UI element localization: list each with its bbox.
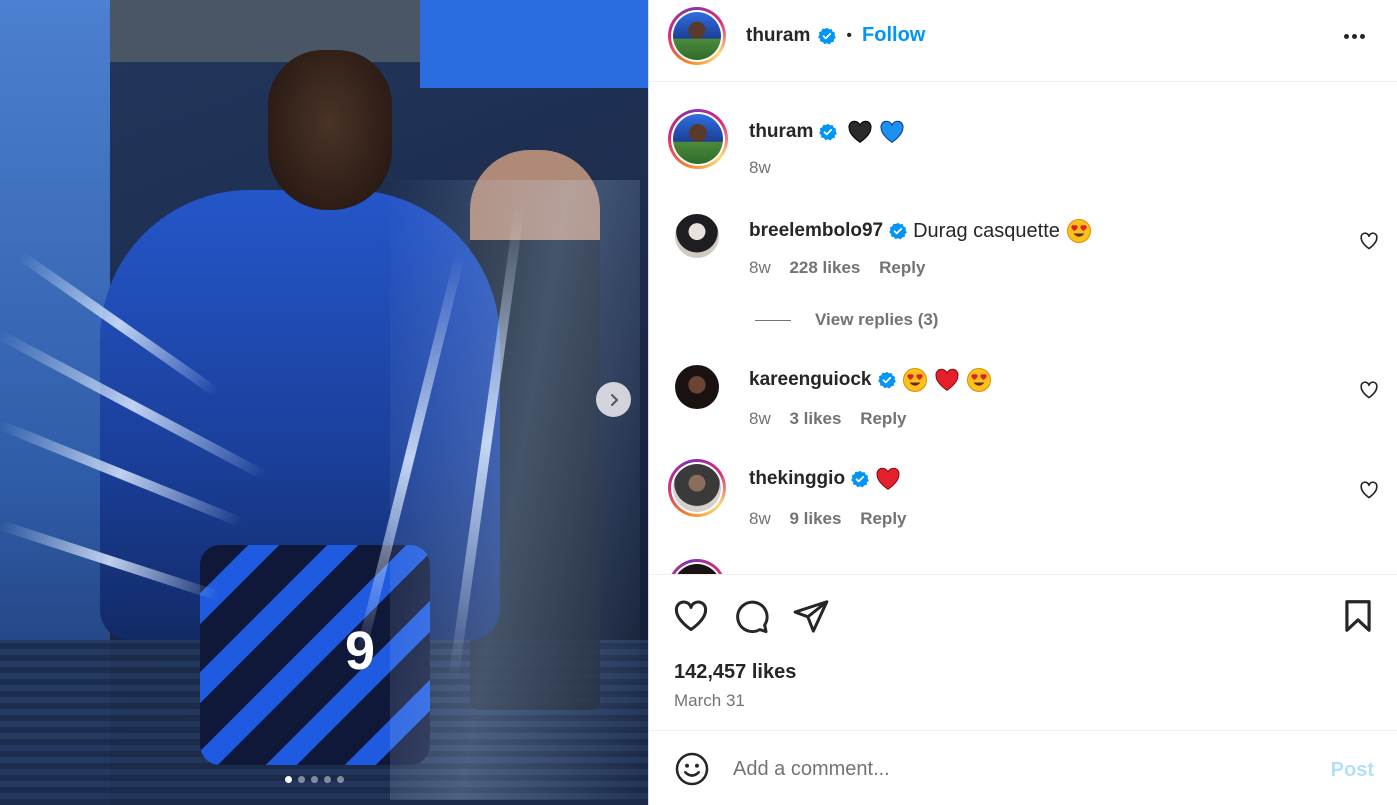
comment-input[interactable] bbox=[733, 753, 1293, 785]
verified-badge-icon bbox=[877, 371, 896, 389]
carousel-dot bbox=[337, 776, 344, 783]
verified-badge-icon bbox=[851, 470, 869, 488]
red-heart-icon bbox=[876, 467, 900, 490]
black-heart-icon bbox=[848, 120, 872, 143]
post-side-panel: thuram • Follow thuram 8w breelembolo97 … bbox=[648, 0, 1397, 805]
avatar-story-ring[interactable] bbox=[668, 559, 726, 574]
avatar-story-ring[interactable] bbox=[668, 7, 726, 65]
avatar bbox=[673, 464, 721, 512]
verified-badge-icon bbox=[819, 123, 838, 141]
more-options-icon-dot bbox=[1359, 33, 1365, 39]
carousel-dot bbox=[285, 776, 292, 783]
post-comment-button[interactable]: Post bbox=[1331, 759, 1374, 782]
red-heart-icon bbox=[934, 368, 959, 391]
verified-badge-icon bbox=[818, 27, 837, 44]
comment-username[interactable]: thekinggio bbox=[749, 468, 845, 490]
tunnel-ceiling bbox=[110, 0, 420, 62]
comment-likes[interactable]: 9 likes bbox=[789, 509, 841, 528]
avatar bbox=[673, 114, 723, 164]
share-paper-plane-icon[interactable] bbox=[792, 597, 830, 635]
save-bookmark-icon[interactable] bbox=[1339, 597, 1377, 635]
comment-like-heart-icon[interactable] bbox=[1358, 230, 1380, 252]
player-head bbox=[268, 50, 392, 210]
comment-line: thekinggio bbox=[749, 467, 901, 491]
post-actions: 142,457 likes March 31 bbox=[649, 574, 1397, 730]
caption-line: thuram bbox=[749, 120, 905, 144]
comment-item: thekinggio 8w 9 likes Reply bbox=[649, 459, 1397, 549]
avatar[interactable] bbox=[675, 214, 719, 258]
comment-time: 8w bbox=[749, 258, 771, 277]
view-replies-label: View replies (3) bbox=[815, 310, 939, 329]
reply-button[interactable]: Reply bbox=[860, 409, 906, 428]
post-date[interactable]: March 31 bbox=[674, 691, 745, 711]
like-heart-icon[interactable] bbox=[672, 597, 710, 635]
follow-button[interactable]: Follow bbox=[862, 24, 925, 47]
header-separator: • bbox=[846, 26, 853, 44]
carousel-next-button[interactable] bbox=[596, 382, 631, 417]
comment-meta: 8w 228 likes Reply bbox=[749, 258, 939, 278]
comment-text: Durag casquette bbox=[913, 219, 1060, 242]
emoji-picker-icon[interactable] bbox=[674, 751, 710, 787]
header-username[interactable]: thuram bbox=[746, 25, 810, 47]
carousel-indicator bbox=[285, 776, 344, 783]
view-replies-divider bbox=[755, 319, 791, 321]
caption: thuram 8w bbox=[649, 82, 1397, 182]
comment-item: kareenguiock 8w 3 likes Reply bbox=[649, 359, 1397, 449]
comment-likes[interactable]: 228 likes bbox=[789, 258, 860, 277]
heart-eyes-emoji-icon bbox=[1066, 219, 1091, 243]
comment-time: 8w bbox=[749, 509, 771, 528]
reply-button[interactable]: Reply bbox=[879, 258, 925, 277]
more-options-icon bbox=[1343, 33, 1349, 39]
chevron-right-icon bbox=[610, 393, 618, 406]
add-comment-bar: Post bbox=[649, 730, 1397, 805]
stadium-light-panel bbox=[420, 0, 648, 88]
avatar[interactable] bbox=[675, 365, 719, 409]
caption-time: 8w bbox=[749, 158, 771, 177]
heart-eyes-emoji-icon bbox=[902, 368, 927, 392]
blue-heart-icon bbox=[880, 120, 904, 143]
comment-username[interactable]: kareenguiock bbox=[749, 369, 872, 391]
heart-eyes-emoji-icon bbox=[966, 368, 991, 392]
verified-badge-icon bbox=[889, 222, 908, 240]
post-media[interactable]: 9 bbox=[0, 0, 648, 805]
avatar bbox=[673, 564, 721, 574]
avatar-story-ring[interactable] bbox=[668, 459, 726, 517]
comments-section[interactable]: thuram 8w breelembolo97 Durag casquette … bbox=[649, 82, 1397, 574]
post-header: thuram • Follow bbox=[649, 0, 1397, 82]
carousel-dot bbox=[324, 776, 331, 783]
comment-like-heart-icon[interactable] bbox=[1358, 479, 1380, 501]
more-options-icon-dot bbox=[1351, 33, 1357, 39]
avatar bbox=[673, 12, 721, 60]
comment-like-heart-icon[interactable] bbox=[1358, 379, 1380, 401]
comment-line: kareenguiock bbox=[749, 367, 992, 393]
comment-username[interactable]: breelembolo97 bbox=[749, 220, 883, 242]
comment-meta: 8w 9 likes Reply bbox=[749, 509, 921, 529]
view-replies-button[interactable]: View replies (3) bbox=[755, 310, 938, 330]
carousel-dot bbox=[311, 776, 318, 783]
caption-username[interactable]: thuram bbox=[749, 121, 813, 143]
avatar-story-ring[interactable] bbox=[668, 109, 728, 169]
reply-button[interactable]: Reply bbox=[860, 509, 906, 528]
comment-item: breelembolo97 Durag casquette 8w 228 lik… bbox=[649, 208, 1397, 338]
comment-bubble-icon[interactable] bbox=[732, 597, 770, 635]
comment-time: 8w bbox=[749, 409, 771, 428]
comment-likes[interactable]: 3 likes bbox=[789, 409, 841, 428]
post-likes-count[interactable]: 142,457 likes bbox=[674, 661, 796, 684]
more-options-button[interactable] bbox=[1338, 24, 1370, 48]
comment-line: breelembolo97 Durag casquette bbox=[749, 218, 1092, 244]
comment-meta: 8w 3 likes Reply bbox=[749, 409, 921, 429]
carousel-dot bbox=[298, 776, 305, 783]
comment-item-clipped bbox=[649, 559, 1397, 574]
